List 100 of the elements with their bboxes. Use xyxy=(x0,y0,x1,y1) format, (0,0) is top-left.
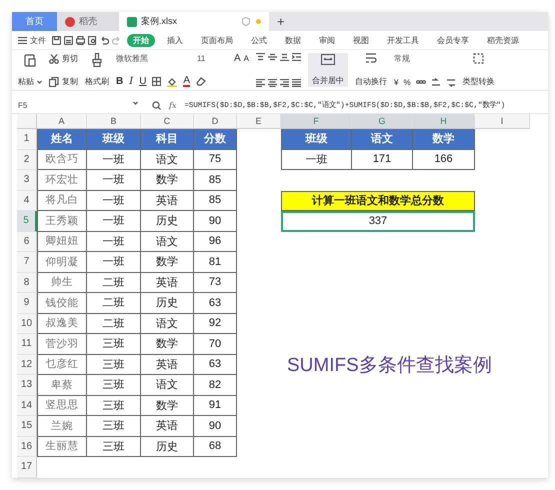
table-cell: 欧含巧 xyxy=(37,150,87,170)
font-color-button[interactable]: A xyxy=(183,76,190,87)
function-button[interactable]: fx xyxy=(169,100,176,110)
table-cell: 兰婉 xyxy=(37,416,87,436)
row-header[interactable]: 16 xyxy=(17,436,37,457)
paste-icon[interactable] xyxy=(24,53,36,67)
bold-button[interactable]: B xyxy=(116,76,124,87)
row-header[interactable]: 9 xyxy=(17,293,37,314)
cut-button[interactable]: 剪切 xyxy=(49,53,78,64)
row-header[interactable]: 13 xyxy=(17,375,37,396)
save-icon[interactable] xyxy=(52,36,61,44)
document-tab[interactable]: 稻壳 xyxy=(57,12,119,31)
font-size-field[interactable]: 11 xyxy=(197,54,231,63)
table-cell: 王秀颖 xyxy=(37,211,87,232)
border-icon[interactable] xyxy=(152,77,162,86)
underline-button[interactable]: U xyxy=(139,76,146,87)
table-cell: 计算一班语文和数学总分数 xyxy=(281,190,475,211)
decrease-decimal-icon[interactable] xyxy=(446,78,456,87)
row-header[interactable]: 7 xyxy=(17,252,37,272)
ribbon-tab[interactable]: 会员专享 xyxy=(431,34,475,46)
type-convert-button[interactable]: 类型转换 xyxy=(462,76,495,87)
convert-icon[interactable] xyxy=(473,53,484,64)
document-tab[interactable]: 案例.xlsx xyxy=(119,12,269,31)
justify-icon[interactable] xyxy=(292,79,302,87)
row-header[interactable]: 12 xyxy=(17,354,37,375)
undo-icon[interactable] xyxy=(100,36,109,44)
currency-button[interactable]: ¥ xyxy=(394,78,398,87)
table-cell: 96 xyxy=(194,232,237,252)
table-cell: 166 xyxy=(413,150,475,170)
column-header[interactable]: E xyxy=(237,114,281,129)
row-header[interactable]: 2 xyxy=(17,150,37,170)
eraser-icon[interactable] xyxy=(196,77,206,86)
table-cell: 菅沙羽 xyxy=(37,334,87,354)
row-header[interactable]: 8 xyxy=(17,272,37,293)
row-header[interactable]: 14 xyxy=(17,396,37,416)
table-cell: 92 xyxy=(194,314,237,334)
table-cell: 85 xyxy=(194,190,237,211)
align-left-icon[interactable] xyxy=(256,79,266,87)
shrink-font-button[interactable]: A xyxy=(244,54,250,63)
column-header[interactable]: C xyxy=(141,114,194,129)
unsaved-dot xyxy=(256,19,261,24)
align-center-icon[interactable] xyxy=(268,79,278,87)
font-name-field[interactable]: 微软雅黑 xyxy=(116,53,194,64)
column-header[interactable]: I xyxy=(475,114,530,129)
thousands-icon[interactable] xyxy=(416,78,426,86)
table-cell: 一班 xyxy=(87,190,141,211)
brush-icon[interactable] xyxy=(92,53,102,67)
percent-button[interactable]: % xyxy=(403,78,411,87)
ribbon-tab[interactable]: 视图 xyxy=(347,34,375,46)
align-bottom-icon[interactable] xyxy=(280,53,290,61)
ribbon-tab[interactable]: 数据 xyxy=(279,34,307,46)
ribbon-tab[interactable]: 稻壳资源 xyxy=(481,34,525,46)
fill-color-icon[interactable] xyxy=(167,76,178,86)
column-header[interactable]: A xyxy=(37,114,87,129)
grow-font-button[interactable]: A xyxy=(234,53,241,64)
ribbon-tab[interactable]: 公式 xyxy=(245,34,273,46)
align-middle-icon[interactable] xyxy=(268,53,278,61)
wrap-text-button[interactable]: 自动换行 xyxy=(355,76,388,87)
copy-button[interactable]: 复制 xyxy=(49,76,78,87)
dropdown-icon[interactable] xyxy=(133,100,138,104)
align-top-icon[interactable] xyxy=(256,53,266,61)
ribbon-tab[interactable]: 插入 xyxy=(161,34,189,46)
column-header[interactable]: B xyxy=(87,114,141,129)
row-header[interactable]: 3 xyxy=(17,170,37,190)
table-cell: 81 xyxy=(194,252,237,272)
ribbon-tab[interactable]: 审阅 xyxy=(313,34,341,46)
new-tab-button[interactable]: + xyxy=(269,12,293,31)
table-cell: 三班 xyxy=(87,375,141,396)
zoom-icon[interactable] xyxy=(152,100,161,110)
align-right-icon[interactable] xyxy=(280,79,290,87)
wrap-text-icon[interactable] xyxy=(365,53,378,64)
table-cell: 叔逸美 xyxy=(37,314,87,334)
merge-icon[interactable] xyxy=(321,54,336,65)
row-header[interactable]: 17 xyxy=(17,457,37,478)
row-header[interactable]: 1 xyxy=(17,129,37,150)
column-header[interactable]: D xyxy=(194,114,237,129)
file-menu[interactable]: 文件 xyxy=(18,34,46,46)
header-cell: 数学 xyxy=(413,129,475,150)
menu-icon[interactable] xyxy=(18,36,27,44)
copy-icon[interactable] xyxy=(49,76,59,86)
row-header[interactable]: 6 xyxy=(17,232,37,252)
indent-icon[interactable] xyxy=(292,53,302,61)
ribbon-tab[interactable]: 页面布局 xyxy=(195,34,239,46)
row-header[interactable]: 11 xyxy=(17,334,37,354)
row-header[interactable]: 15 xyxy=(17,416,37,436)
italic-button[interactable]: I xyxy=(129,76,134,87)
paste-button[interactable]: 粘贴 xyxy=(18,76,34,87)
ribbon-tab[interactable]: 开发工具 xyxy=(381,34,425,46)
row-header[interactable]: 10 xyxy=(17,314,37,334)
format-painter-button[interactable]: 格式刷 xyxy=(85,76,109,87)
export-icon[interactable] xyxy=(64,36,73,44)
caret-icon[interactable] xyxy=(37,80,42,84)
preview-icon[interactable] xyxy=(88,36,97,44)
scissors-icon[interactable] xyxy=(49,54,59,64)
row-header[interactable]: 4 xyxy=(17,190,37,211)
name-box[interactable]: F5 xyxy=(12,100,144,110)
table-cell: 二班 xyxy=(87,293,141,314)
increase-decimal-icon[interactable] xyxy=(430,78,441,87)
number-format-field[interactable]: 常规 xyxy=(394,53,452,64)
print-icon[interactable] xyxy=(76,36,85,44)
